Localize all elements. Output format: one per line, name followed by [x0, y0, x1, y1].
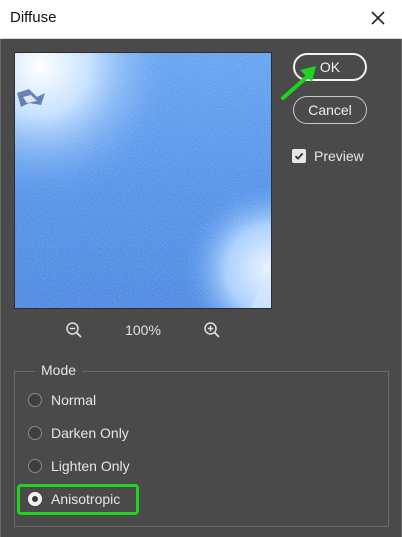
- zoom-out-icon: [66, 322, 82, 338]
- preview-label: Preview: [314, 148, 364, 164]
- zoom-level: 100%: [125, 322, 161, 338]
- close-icon: [371, 11, 385, 25]
- preview-image[interactable]: [14, 52, 272, 309]
- radio-lighten-only[interactable]: Lighten Only: [28, 458, 130, 474]
- preview-checkbox[interactable]: Preview: [292, 148, 364, 164]
- preview-checkbox-box[interactable]: [292, 149, 306, 163]
- zoom-controls: 100%: [14, 318, 272, 342]
- mode-legend: Mode: [35, 362, 83, 378]
- window-title: Diffuse: [10, 9, 57, 26]
- radio-normal[interactable]: Normal: [28, 392, 96, 408]
- radio-button[interactable]: [28, 459, 42, 473]
- radio-label-darken-only: Darken Only: [51, 425, 129, 441]
- zoom-out-button[interactable]: [63, 319, 85, 341]
- radio-button[interactable]: [28, 393, 42, 407]
- radio-button[interactable]: [28, 426, 42, 440]
- radio-darken-only[interactable]: Darken Only: [28, 425, 129, 441]
- arrow-annotation-icon: [281, 66, 316, 100]
- radio-label-lighten-only: Lighten Only: [51, 458, 130, 474]
- highlight-box: [17, 484, 139, 515]
- close-button[interactable]: [366, 6, 390, 30]
- zoom-in-button[interactable]: [201, 319, 223, 341]
- zoom-in-icon: [204, 322, 220, 338]
- checkmark-icon: [294, 152, 304, 160]
- title-bar: Diffuse: [0, 0, 402, 39]
- radio-label-normal: Normal: [51, 392, 97, 408]
- preview-texture: [15, 53, 271, 308]
